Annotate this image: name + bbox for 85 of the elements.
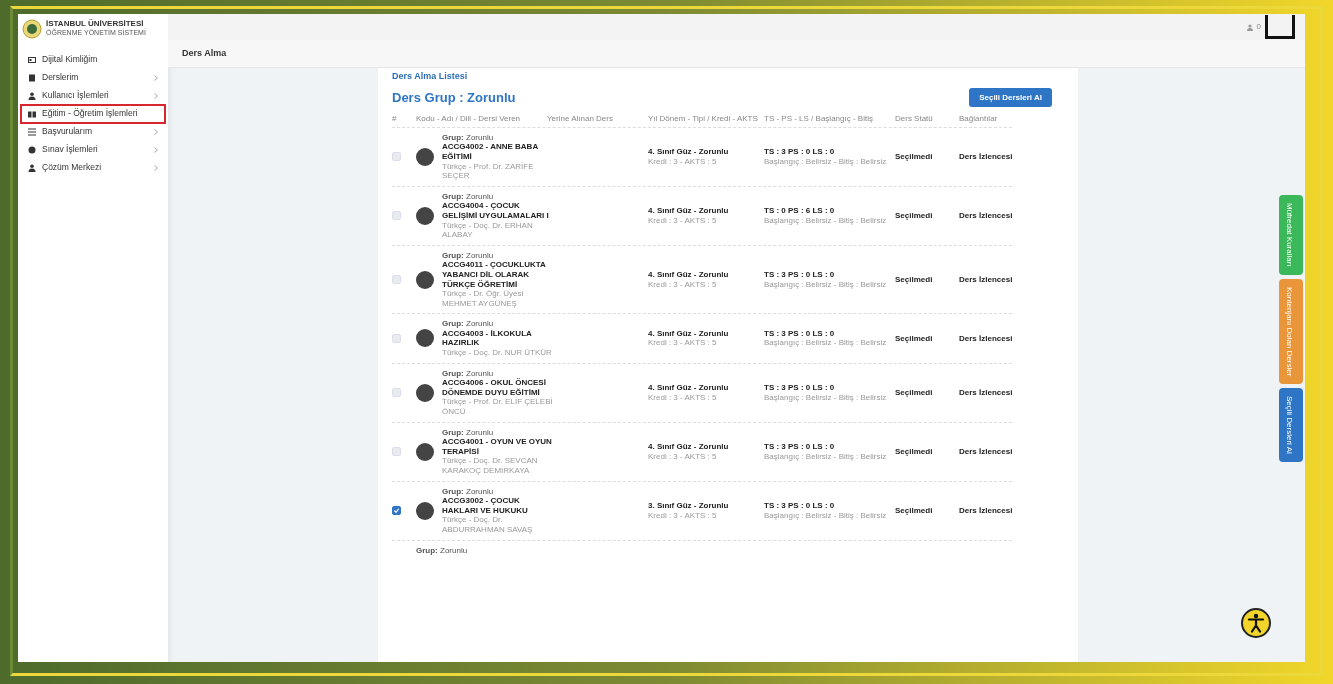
course-name: ACCG3002 - ÇOCUK HAKLARI VE HUKUKU — [442, 496, 529, 516]
dates-text: Başlangıç : Belirsiz - Bitiş : Belirsiz — [764, 279, 888, 290]
term-text: 4. Sınıf Güz - Zorunlu — [648, 328, 730, 339]
group-label: Grup: Zorunlu — [442, 191, 495, 202]
instructor-name: Türkçe - Prof. Dr. ZARİFE SEÇER — [442, 161, 535, 181]
column-header: Bağlantılar — [959, 114, 999, 124]
course-name: ACCG4001 - OYUN VE OYUN TERAPİSİ — [442, 437, 553, 457]
course-name: ACCG4003 - İLKOKULA HAZIRLIK — [442, 328, 533, 349]
hours-text: TS : 3 PS : 0 LS : 0 — [764, 328, 836, 339]
group-label: Grup: Zorunlu — [442, 427, 495, 438]
card-title: Ders Grup : Zorunlu — [392, 92, 516, 103]
hours-text: TS : 3 PS : 0 LS : 0 — [764, 501, 836, 511]
syllabus-link[interactable]: Ders İzlencesi — [959, 333, 1034, 344]
syllabus-link[interactable]: Ders İzlencesi — [959, 210, 1034, 221]
group-label: Grup: Zorunlu — [442, 319, 495, 329]
term-text: 3. Sınıf Güz - Zorunlu — [648, 501, 730, 511]
sidebar-item[interactable]: Dijital Kimliğim — [22, 52, 164, 68]
instructor-name: Türkçe - Doç. Dr. NUR ÜTKÜR — [442, 348, 553, 358]
column-header: TS - PS - LS / Başlangıç - Bitiş — [764, 114, 874, 124]
credits-text: Kredi : 3 - AKTS : 5 — [648, 279, 718, 290]
page-title: Ders Alma — [168, 40, 1305, 68]
dates-text: Başlangıç : Belirsiz - Bitiş : Belirsiz — [764, 392, 888, 403]
status-text: Seçilmedi — [895, 274, 934, 285]
column-header: Yıl Dönem - Tipi / Kredi - AKTS — [648, 114, 758, 124]
syllabus-link[interactable]: Ders İzlencesi — [959, 274, 1034, 285]
logo-title: İSTANBUL ÜNİVERSİTESİ — [46, 19, 145, 28]
status-text: Seçilmedi — [895, 210, 934, 221]
term-text: 4. Sınıf Güz - Zorunlu — [648, 383, 730, 393]
column-header: Ders Statü — [895, 114, 934, 124]
hours-text: TS : 3 PS : 0 LS : 0 — [764, 147, 836, 157]
column-header: # — [392, 114, 398, 124]
course-name: ACCG4004 - ÇOCUK GELİŞİMİ UYGULAMALARI I — [442, 201, 550, 221]
syllabus-link[interactable]: Ders İzlencesi — [959, 505, 1034, 516]
term-text: 4. Sınıf Güz - Zorunlu — [648, 206, 730, 216]
status-text: Seçilmedi — [895, 151, 934, 162]
sidebar-item[interactable]: Kullanıcı İşlemleri — [22, 88, 164, 104]
credits-text: Kredi : 3 - AKTS : 5 — [648, 215, 718, 226]
status-text: Seçilmedi — [895, 505, 934, 516]
instructor-name: Türkçe - Doç. Dr. ABDURRAHMAN SAVAŞ — [442, 515, 534, 535]
instructor-name: Türkçe - Doç. Dr. SEVCAN KARAKOÇ DEMİRKAYA — [442, 456, 539, 476]
credits-text: Kredi : 3 - AKTS : 5 — [648, 392, 718, 403]
notification-count: 0 — [1256, 21, 1261, 33]
group-label: Grup: Zorunlu — [442, 132, 495, 143]
dates-text: Başlangıç : Belirsiz - Bitiş : Belirsiz — [764, 338, 888, 349]
instructor-name: Türkçe - Dr. Öğr. Üyesi MEHMET AYGÜNEŞ — [442, 289, 525, 309]
side-tab[interactable]: Seçili Dersleri Al — [1279, 388, 1303, 462]
group-label: Grup: Zorunlu — [442, 250, 495, 261]
group-label: Grup: Zorunlu — [416, 545, 469, 556]
group-label: Grup: Zorunlu — [442, 368, 495, 379]
take-selected-button[interactable]: Seçili Dersleri Al — [969, 87, 1052, 108]
dates-text: Başlangıç : Belirsiz - Bitiş : Belirsiz — [764, 510, 888, 521]
sidebar-item[interactable]: Derslerim — [22, 70, 164, 86]
credits-text: Kredi : 3 - AKTS : 5 — [648, 338, 718, 349]
group-label: Grup: Zorunlu — [442, 486, 495, 497]
hours-text: TS : 0 PS : 6 LS : 0 — [764, 206, 836, 216]
dates-text: Başlangıç : Belirsiz - Bitiş : Belirsiz — [764, 156, 888, 167]
sidebar-item[interactable]: Sınav İşlemleri — [22, 142, 164, 158]
sidebar-item[interactable]: Çözüm Merkezi — [22, 160, 164, 176]
sidebar-item[interactable]: Eğitim - Öğretim İşlemleri — [22, 106, 164, 122]
instructor-name: Türkçe - Prof. Dr. ELİF ÇELEBİ ÖNCÜ — [442, 397, 554, 417]
course-name: ACCG4006 - OKUL ÖNCESİ DÖNEMDE DUYU EĞİTİMİ — [442, 378, 547, 397]
syllabus-link[interactable]: Ders İzlencesi — [959, 151, 1034, 162]
syllabus-link[interactable]: Ders İzlencesi — [959, 446, 1034, 457]
hours-text: TS : 3 PS : 0 LS : 0 — [764, 442, 836, 452]
status-text: Seçilmedi — [895, 333, 934, 344]
credits-text: Kredi : 3 - AKTS : 5 — [648, 451, 718, 462]
credits-text: Kredi : 3 - AKTS : 5 — [648, 510, 718, 521]
hours-text: TS : 3 PS : 0 LS : 0 — [764, 269, 836, 280]
instructor-name: Türkçe - Doç. Dr. ERHAN ALABAY — [442, 220, 534, 240]
status-text: Seçilmedi — [895, 446, 934, 457]
column-header: Yerine Alınan Ders — [547, 114, 614, 124]
credits-text: Kredi : 3 - AKTS : 5 — [648, 156, 718, 167]
breadcrumb-link[interactable]: Ders Alma Listesi — [392, 72, 1064, 82]
term-text: 4. Sınıf Güz - Zorunlu — [648, 442, 730, 452]
syllabus-link[interactable]: Ders İzlencesi — [959, 387, 1034, 398]
hours-text: TS : 3 PS : 0 LS : 0 — [764, 383, 836, 393]
dates-text: Başlangıç : Belirsiz - Bitiş : Belirsiz — [764, 215, 888, 226]
column-header: Kodu - Adı / Dili - Dersi Veren — [416, 114, 522, 124]
sidebar-item[interactable]: Başvurularım — [22, 124, 164, 140]
term-text: 4. Sınıf Güz - Zorunlu — [648, 147, 730, 157]
status-text: Seçilmedi — [895, 387, 934, 398]
course-name: ACCG4002 - ANNE BABA EĞİTİMİ — [442, 142, 539, 162]
dates-text: Başlangıç : Belirsiz - Bitiş : Belirsiz — [764, 451, 888, 462]
term-text: 4. Sınıf Güz - Zorunlu — [648, 269, 730, 280]
course-name: ACCG4011 - ÇOCUKLUKTA YABANCI DİL OLARAK TÜRKÇE ÖĞRETİMİ — [442, 260, 547, 290]
